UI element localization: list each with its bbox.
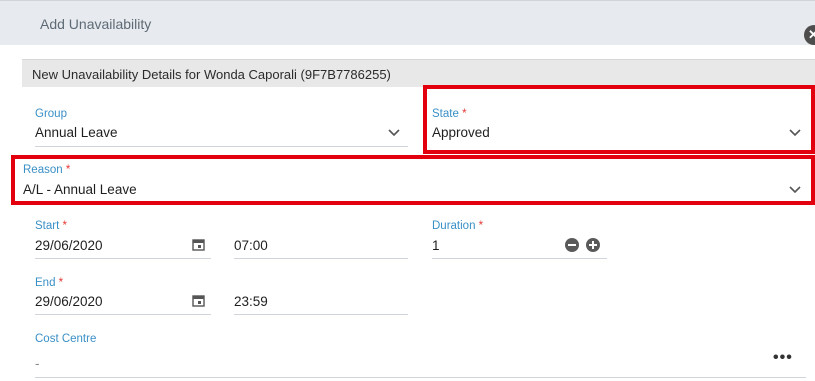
start-time-underline — [234, 258, 408, 259]
group-underline — [35, 146, 408, 147]
duration-underline — [432, 258, 607, 259]
duration-input[interactable]: 1 — [432, 238, 440, 253]
group-label: Group — [35, 108, 67, 120]
cost-centre-label: Cost Centre — [35, 333, 97, 345]
dialog-title: Add Unavailability — [40, 16, 152, 32]
start-time-input[interactable]: 07:00 — [234, 238, 268, 253]
duration-label: Duration * — [432, 220, 484, 232]
cost-centre-input[interactable]: - — [35, 356, 40, 371]
details-header: New Unavailability Details for Wonda Cap… — [22, 59, 815, 87]
group-select[interactable]: Annual Leave — [35, 125, 118, 140]
more-options-icon[interactable]: ••• — [773, 349, 793, 367]
close-icon[interactable]: ✕ — [804, 25, 815, 45]
start-date-underline — [35, 258, 211, 259]
start-label: Start * — [35, 220, 67, 232]
calendar-icon[interactable] — [192, 294, 205, 307]
details-header-text: New Unavailability Details for Wonda Cap… — [32, 67, 391, 82]
reason-highlight-box — [11, 155, 815, 205]
end-date-underline — [35, 314, 211, 315]
calendar-icon[interactable] — [192, 238, 205, 251]
state-highlight-box — [423, 85, 815, 154]
end-label: End * — [35, 277, 64, 289]
end-date-input[interactable]: 29/06/2020 — [35, 294, 103, 309]
cost-centre-underline — [35, 377, 806, 378]
plus-circle-icon[interactable] — [586, 238, 600, 252]
start-date-input[interactable]: 29/06/2020 — [35, 238, 103, 253]
end-time-input[interactable]: 23:59 — [234, 294, 268, 309]
minus-circle-icon[interactable] — [565, 238, 579, 252]
dialog-titlebar: Add Unavailability ✕ — [0, 0, 815, 45]
chevron-down-icon[interactable] — [388, 129, 402, 139]
end-time-underline — [234, 314, 408, 315]
